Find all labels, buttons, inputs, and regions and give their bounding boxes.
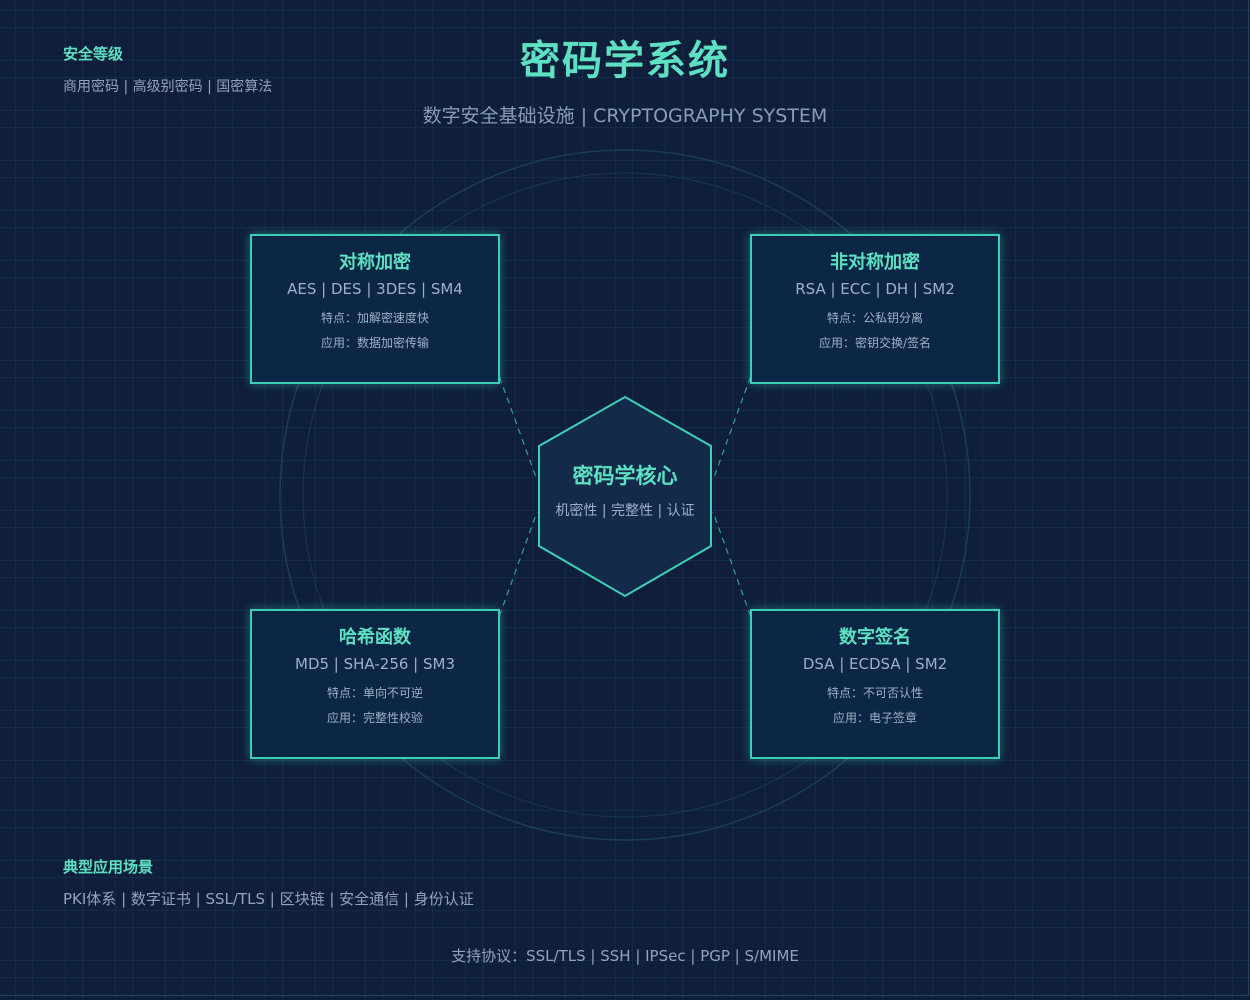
card-feature: 特点：加解密速度快 bbox=[320, 311, 429, 325]
card-algorithms: MD5 | SHA-256 | SM3 bbox=[295, 655, 455, 673]
card-title: 非对称加密 bbox=[830, 252, 920, 273]
card-algorithms: RSA | ECC | DH | SM2 bbox=[795, 280, 955, 298]
card-symmetric-encryption: 对称加密 AES | DES | 3DES | SM4 特点：加解密速度快 应用… bbox=[250, 234, 500, 384]
card-application: 应用：完整性校验 bbox=[326, 711, 423, 725]
card-application: 应用：电子签章 bbox=[832, 711, 917, 725]
card-application: 应用：数据加密传输 bbox=[320, 336, 429, 350]
scenarios-heading: 典型应用场景 bbox=[63, 858, 154, 876]
protocols-footer: 支持协议：SSL/TLS | SSH | IPSec | PGP | S/MIM… bbox=[451, 947, 799, 965]
card-feature: 特点：单向不可逆 bbox=[326, 686, 423, 700]
card-asymmetric-encryption: 非对称加密 RSA | ECC | DH | SM2 特点：公私钥分离 应用：密… bbox=[750, 234, 1000, 384]
card-feature: 特点：不可否认性 bbox=[826, 686, 923, 700]
core-title: 密码学核心 bbox=[572, 464, 678, 488]
card-algorithms: AES | DES | 3DES | SM4 bbox=[287, 280, 463, 298]
card-feature: 特点：公私钥分离 bbox=[826, 311, 923, 325]
core-subtitle: 机密性 | 完整性 | 认证 bbox=[555, 503, 695, 519]
card-title: 对称加密 bbox=[339, 252, 411, 273]
card-title: 哈希函数 bbox=[339, 627, 411, 648]
core-hexagon bbox=[538, 395, 712, 598]
card-algorithms: DSA | ECDSA | SM2 bbox=[802, 655, 948, 673]
card-hash-function: 哈希函数 MD5 | SHA-256 | SM3 特点：单向不可逆 应用：完整性… bbox=[250, 609, 500, 759]
scenarios-text: PKI体系 | 数字证书 | SSL/TLS | 区块链 | 安全通信 | 身份… bbox=[63, 890, 474, 908]
card-application: 应用：密钥交换/签名 bbox=[818, 336, 932, 350]
card-digital-signature: 数字签名 DSA | ECDSA | SM2 特点：不可否认性 应用：电子签章 bbox=[750, 609, 1000, 759]
card-title: 数字签名 bbox=[839, 627, 911, 648]
